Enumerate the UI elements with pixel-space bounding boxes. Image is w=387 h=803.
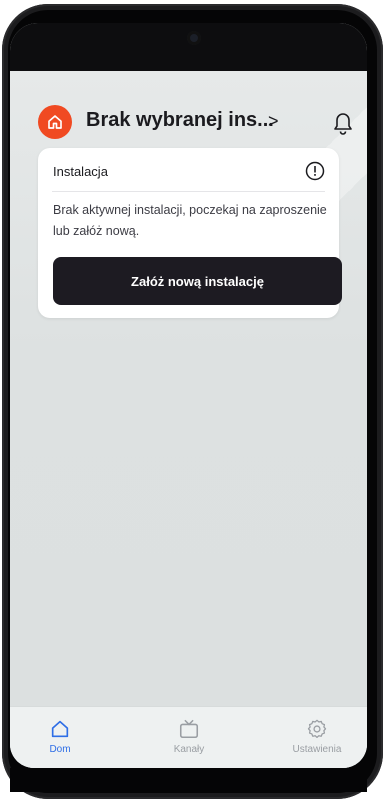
- notifications-button[interactable]: [330, 107, 356, 137]
- tab-ustawienia[interactable]: Ustawienia: [267, 707, 367, 768]
- front-camera: [187, 31, 201, 45]
- installation-card: Instalacja Brak aktywnej instalacji, poc…: [38, 148, 342, 318]
- tv-icon: [179, 719, 199, 739]
- home-icon: [48, 115, 62, 129]
- bottom-tab-bar: Dom Kanały Ustawienia: [10, 706, 367, 768]
- card-message: Brak aktywnej instalacji, poczekaj na za…: [53, 203, 327, 238]
- tab-label: Kanały: [173, 744, 205, 755]
- bottom-bezel: [10, 768, 367, 792]
- tab-dom[interactable]: Dom: [10, 707, 110, 768]
- installation-avatar[interactable]: [38, 105, 72, 139]
- installation-title[interactable]: Brak wybranej ins...: [86, 109, 274, 132]
- create-installation-button[interactable]: Załóż nową instalację: [53, 257, 342, 305]
- home-icon: [51, 720, 69, 738]
- card-divider: [52, 191, 325, 192]
- app-screen: Brak wybranej ins... > Instalacja Brak a…: [10, 23, 367, 768]
- alert-circle-icon: [305, 161, 325, 181]
- bell-icon: [334, 113, 352, 135]
- chevron-right-icon[interactable]: >: [268, 111, 279, 132]
- card-title: Instalacja: [53, 164, 108, 179]
- status-bar: [10, 23, 367, 71]
- tab-label: Dom: [49, 744, 71, 755]
- gear-icon: [307, 719, 327, 738]
- info-button[interactable]: [305, 161, 325, 181]
- tab-label: Ustawienia: [292, 744, 342, 755]
- tab-kanaly[interactable]: Kanały: [139, 707, 239, 768]
